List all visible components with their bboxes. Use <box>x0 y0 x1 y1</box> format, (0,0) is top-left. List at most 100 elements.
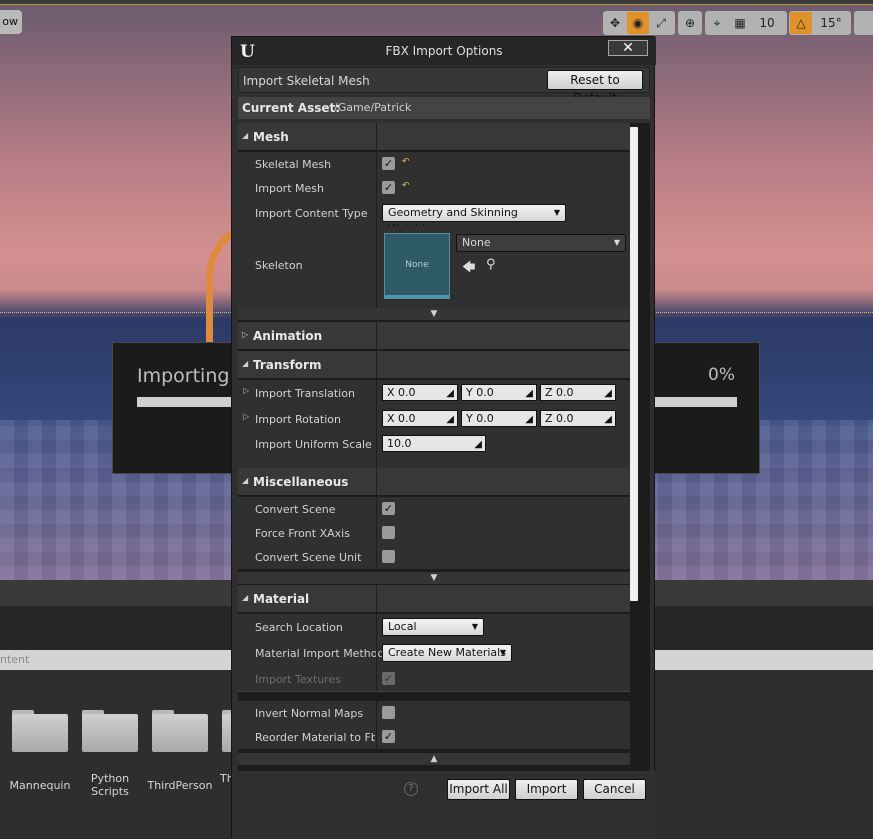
section-mesh[interactable]: ◢ Mesh <box>238 123 630 151</box>
drag-handle-icon: ◢ <box>525 414 533 425</box>
section-label: Material <box>253 592 310 606</box>
world-space-icon[interactable]: ⊕ <box>679 12 701 34</box>
translation-x-field[interactable]: X 0.0 ◢ <box>382 384 458 401</box>
expand-arrow-icon[interactable]: ▷ <box>243 386 249 395</box>
grid-snap-icon[interactable]: ▦ <box>729 12 751 34</box>
import-content-type-dropdown[interactable]: Geometry and Skinning Weights.▼ <box>382 204 566 235</box>
dialog-title: FBX Import Options <box>385 44 503 58</box>
show-advanced-icon[interactable]: ▼ <box>238 308 630 320</box>
reset-arrow-icon[interactable]: ↶ <box>402 181 410 191</box>
translate-tool-icon[interactable]: ✥ <box>604 12 626 34</box>
section-animation[interactable]: ▷ Animation <box>238 322 630 350</box>
expand-arrow-icon: ▷ <box>242 330 249 339</box>
hide-advanced-icon[interactable]: ▲ <box>238 753 630 765</box>
column-divider <box>376 521 377 545</box>
row-label: Convert Scene <box>255 503 336 516</box>
chevron-down-icon: ▼ <box>499 648 506 657</box>
column-divider <box>376 640 377 666</box>
row-label: Reorder Material to Fbx <box>255 731 375 744</box>
current-asset-path: /Game/Patrick <box>334 101 412 114</box>
row-label: Import Rotation <box>255 413 342 426</box>
folder-label[interactable]: ThirdPerson <box>146 779 214 792</box>
column-divider <box>376 406 377 432</box>
reset-to-default-button[interactable]: Reset to Default <box>547 70 643 105</box>
row-convert-scene: Convert Scene ✓ <box>238 497 630 521</box>
skeletal-mesh-checkbox[interactable]: ✓ <box>382 157 395 170</box>
collapse-arrow-icon: ◢ <box>242 476 249 485</box>
use-selected-arrow-icon[interactable]: 🡄 <box>462 258 475 280</box>
row-force-front-xaxis: Force Front XAxis <box>238 521 630 545</box>
options-scrollbar[interactable] <box>630 127 638 601</box>
convert-scene-checkbox[interactable]: ✓ <box>382 502 395 515</box>
section-transform[interactable]: ◢ Transform <box>238 351 630 379</box>
row-invert-normal-maps: Invert Normal Maps <box>238 701 630 725</box>
drag-handle-icon: ◢ <box>604 388 612 399</box>
rotation-snap-value[interactable]: 15° <box>813 12 849 34</box>
import-mesh-checkbox[interactable]: ✓ <box>382 181 395 194</box>
folder-label[interactable]: Mannequin <box>6 779 74 792</box>
uniform-scale-field[interactable]: 10.0 ◢ <box>382 435 486 452</box>
section-material[interactable]: ◢ Material <box>238 585 630 613</box>
scale-tool-icon[interactable]: ⤢ <box>650 12 672 34</box>
show-advanced-icon[interactable]: ▼ <box>238 572 630 584</box>
rotation-snap-icon[interactable]: △ <box>790 12 812 34</box>
coordinate-system-group: ⊕ <box>678 11 702 35</box>
row-material-import-method: Material Import Method Create New Materi… <box>238 640 630 666</box>
translation-z-field[interactable]: Z 0.0 ◢ <box>540 384 616 401</box>
section-miscellaneous[interactable]: ◢ Miscellaneous <box>238 468 630 496</box>
dialog-title-bar[interactable]: U FBX Import Options ✕ <box>232 37 656 65</box>
collapse-arrow-icon: ◢ <box>242 359 249 368</box>
invert-normal-maps-checkbox[interactable] <box>382 706 395 719</box>
material-import-method-dropdown[interactable]: Create New Materials ▼ <box>382 644 512 662</box>
cancel-button[interactable]: Cancel <box>583 779 646 800</box>
drag-handle-icon: ◢ <box>604 414 612 425</box>
row-label: Search Location <box>255 621 343 634</box>
rotation-z-field[interactable]: Z 0.0 ◢ <box>540 410 616 427</box>
close-button[interactable]: ✕ <box>608 40 648 56</box>
chevron-down-icon: ▼ <box>613 238 620 247</box>
convert-scene-unit-checkbox[interactable] <box>382 550 395 563</box>
folder-label[interactable]: Python Scripts <box>80 772 140 798</box>
grid-snap-value[interactable]: 10 <box>752 12 782 34</box>
dropdown-value: Local <box>388 620 417 633</box>
folder-icon[interactable] <box>82 710 138 752</box>
thumbnail-label: None <box>405 260 429 270</box>
section-label: Animation <box>253 329 323 343</box>
row-label: Invert Normal Maps <box>255 707 364 720</box>
chevron-down-icon: ▼ <box>553 208 560 217</box>
drag-handle-icon: ◢ <box>446 414 454 425</box>
browse-search-icon[interactable]: ⚲ <box>486 257 496 272</box>
viewport-mode-button[interactable]: ow <box>0 10 22 34</box>
section-label: Mesh <box>253 130 289 144</box>
skeleton-thumbnail[interactable]: None <box>384 233 450 299</box>
drag-handle-icon: ◢ <box>446 388 454 399</box>
force-front-xaxis-checkbox[interactable] <box>382 526 395 539</box>
rotation-x-field[interactable]: X 0.0 ◢ <box>382 410 458 427</box>
row-import-uniform-scale: Import Uniform Scale 10.0 ◢ <box>238 432 630 468</box>
import-button[interactable]: Import <box>515 779 578 800</box>
column-divider <box>376 725 377 749</box>
reorder-material-checkbox[interactable]: ✓ <box>382 730 395 743</box>
expand-arrow-icon[interactable]: ▷ <box>243 412 249 421</box>
import-type-header: Import Skeletal Mesh Reset to Default <box>238 67 650 105</box>
translation-y-field[interactable]: Y 0.0 ◢ <box>461 384 537 401</box>
rotation-y-field[interactable]: Y 0.0 ◢ <box>461 410 537 427</box>
row-label: Import Uniform Scale <box>255 438 372 451</box>
row-reorder-material: Reorder Material to Fbx ✓ <box>238 725 630 749</box>
surface-snap-icon[interactable]: ⌖ <box>706 12 728 34</box>
search-location-dropdown[interactable]: Local ▼ <box>382 618 484 636</box>
folder-icon[interactable] <box>152 710 208 752</box>
camera-speed-group[interactable] <box>854 11 873 35</box>
import-all-button[interactable]: Import All <box>447 779 510 800</box>
column-divider <box>376 322 377 350</box>
rotate-tool-icon[interactable]: ◉ <box>627 12 649 34</box>
row-import-mesh: Import Mesh ✓ ↶ <box>238 176 630 200</box>
help-icon[interactable]: ? <box>404 782 418 796</box>
row-import-content-type: Import Content Type Geometry and Skinnin… <box>238 200 630 235</box>
drag-handle-icon: ◢ <box>474 439 482 450</box>
folder-icon[interactable] <box>12 710 68 752</box>
reset-arrow-icon[interactable]: ↶ <box>402 157 410 167</box>
current-asset-bar: Current Asset: /Game/Patrick <box>238 97 650 119</box>
skeleton-asset-picker[interactable]: None ▼ <box>456 234 626 252</box>
section-label: Transform <box>253 358 322 372</box>
